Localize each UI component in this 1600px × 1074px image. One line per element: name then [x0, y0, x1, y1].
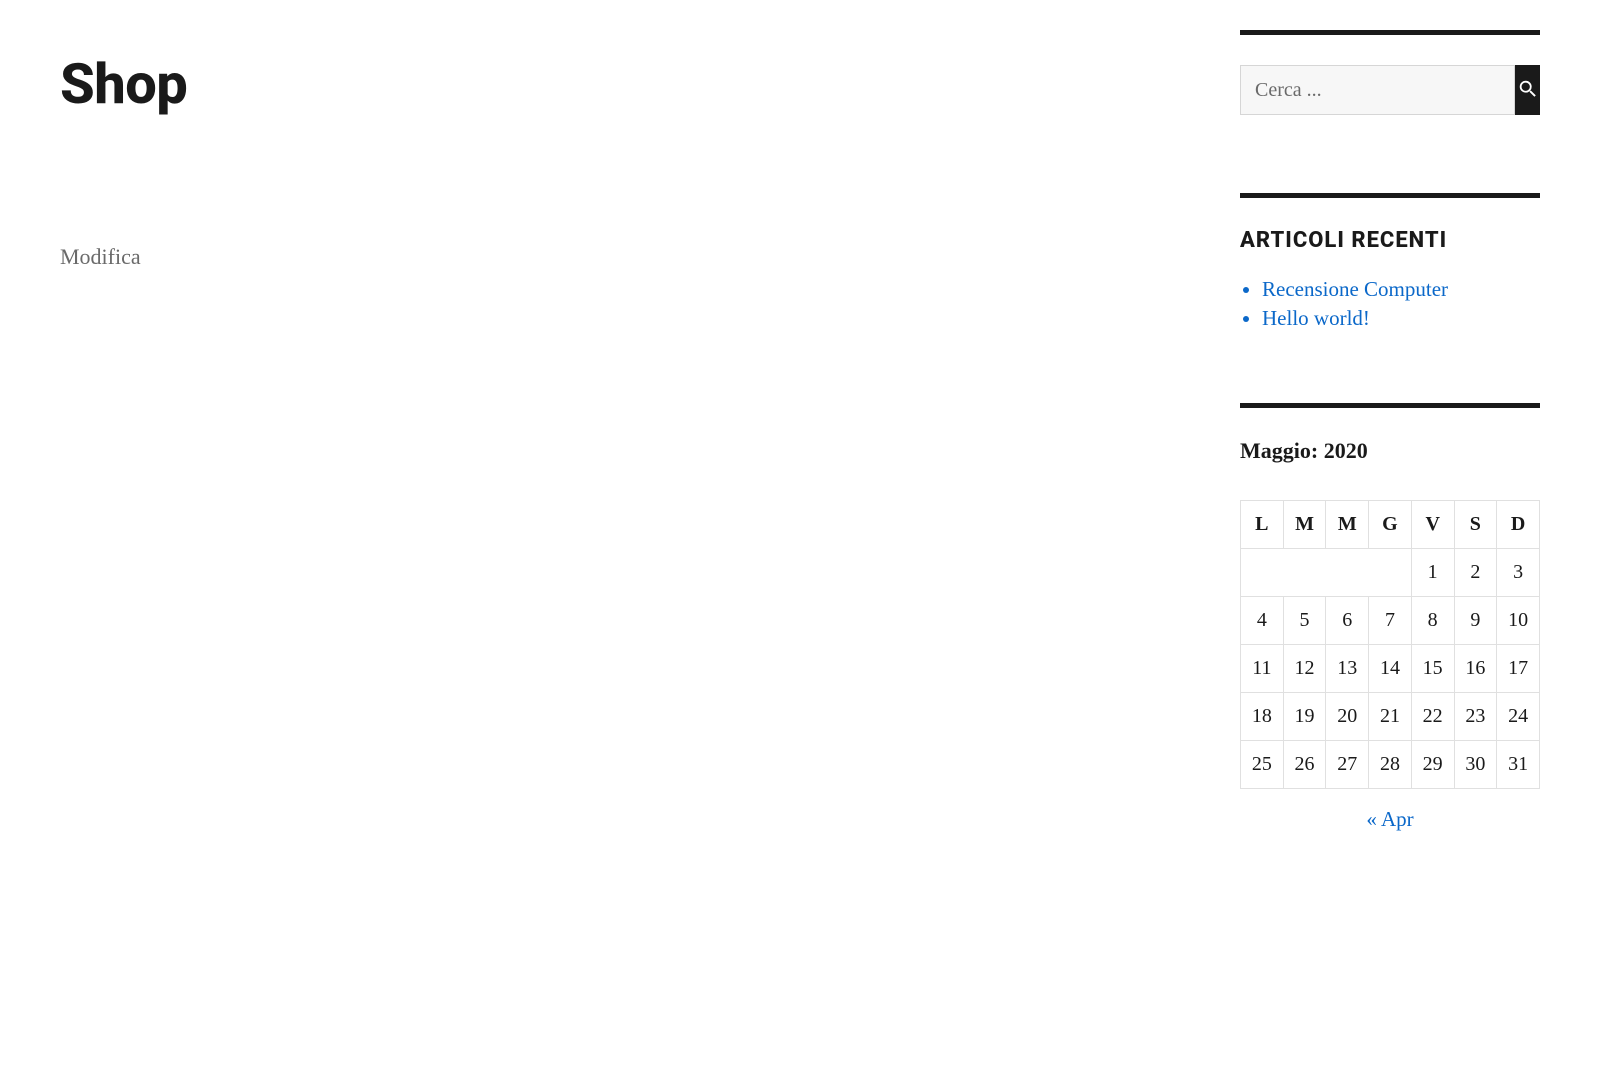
calendar-day: 30: [1454, 741, 1497, 789]
weekday-head: L: [1241, 501, 1284, 549]
calendar-row: 1 2 3: [1241, 549, 1540, 597]
calendar-day: 23: [1454, 693, 1497, 741]
calendar-row: 25 26 27 28 29 30 31: [1241, 741, 1540, 789]
calendar-day: 19: [1283, 693, 1326, 741]
calendar-day: 22: [1411, 693, 1454, 741]
weekday-head: G: [1369, 501, 1412, 549]
calendar-row: 18 19 20 21 22 23 24: [1241, 693, 1540, 741]
weekday-head: V: [1411, 501, 1454, 549]
calendar-day: 8: [1411, 597, 1454, 645]
weekday-head: M: [1283, 501, 1326, 549]
calendar-day: 7: [1369, 597, 1412, 645]
calendar-day: 25: [1241, 741, 1284, 789]
calendar-day: 24: [1497, 693, 1540, 741]
calendar-day: 2: [1454, 549, 1497, 597]
calendar-row: 11 12 13 14 15 16 17: [1241, 645, 1540, 693]
calendar-prev-link[interactable]: « Apr: [1366, 807, 1413, 831]
calendar-caption: Maggio: 2020: [1240, 438, 1540, 464]
calendar-day: 10: [1497, 597, 1540, 645]
search-icon: [1517, 78, 1539, 103]
search-widget: [1240, 30, 1540, 115]
calendar-day: 17: [1497, 645, 1540, 693]
calendar-day: 3: [1497, 549, 1540, 597]
recent-post-link[interactable]: Hello world!: [1262, 306, 1370, 330]
weekday-head: S: [1454, 501, 1497, 549]
calendar-pad: [1241, 549, 1412, 597]
search-button[interactable]: [1515, 65, 1540, 115]
calendar-day: 20: [1326, 693, 1369, 741]
calendar-day: 14: [1369, 645, 1412, 693]
recent-post-link[interactable]: Recensione Computer: [1262, 277, 1448, 301]
calendar-day: 27: [1326, 741, 1369, 789]
calendar-day: 21: [1369, 693, 1412, 741]
list-item: Hello world!: [1262, 306, 1540, 331]
calendar-day: 31: [1497, 741, 1540, 789]
calendar-day: 12: [1283, 645, 1326, 693]
recent-posts-title: ARTICOLI RECENTI: [1240, 228, 1540, 253]
calendar-day: 5: [1283, 597, 1326, 645]
search-input[interactable]: [1240, 65, 1515, 115]
calendar-table: L M M G V S D 1 2 3 4 5: [1240, 500, 1540, 789]
calendar-nav: « Apr: [1240, 807, 1540, 832]
calendar-day: 11: [1241, 645, 1284, 693]
calendar-body: 1 2 3 4 5 6 7 8 9 10 11 12 13 14: [1241, 549, 1540, 789]
recent-posts-widget: ARTICOLI RECENTI Recensione Computer Hel…: [1240, 193, 1540, 335]
edit-link[interactable]: Modifica: [60, 244, 141, 270]
weekday-head: M: [1326, 501, 1369, 549]
calendar-day: 6: [1326, 597, 1369, 645]
calendar-day: 13: [1326, 645, 1369, 693]
weekday-head: D: [1497, 501, 1540, 549]
page-title: Shop: [60, 54, 880, 116]
search-form: [1240, 65, 1540, 115]
recent-posts-list: Recensione Computer Hello world!: [1240, 277, 1540, 331]
calendar-day: 15: [1411, 645, 1454, 693]
calendar-weekday-row: L M M G V S D: [1241, 501, 1540, 549]
calendar-day: 29: [1411, 741, 1454, 789]
main-content: Shop Modifica: [60, 30, 880, 1044]
calendar-day: 26: [1283, 741, 1326, 789]
calendar-day: 9: [1454, 597, 1497, 645]
calendar-day: 16: [1454, 645, 1497, 693]
calendar-day: 28: [1369, 741, 1412, 789]
calendar-row: 4 5 6 7 8 9 10: [1241, 597, 1540, 645]
calendar-day: 1: [1411, 549, 1454, 597]
calendar-day: 18: [1241, 693, 1284, 741]
calendar-widget: Maggio: 2020 L M M G V S D 1 2 3: [1240, 403, 1540, 832]
calendar-day: 4: [1241, 597, 1284, 645]
list-item: Recensione Computer: [1262, 277, 1540, 302]
sidebar: ARTICOLI RECENTI Recensione Computer Hel…: [1240, 30, 1540, 1044]
